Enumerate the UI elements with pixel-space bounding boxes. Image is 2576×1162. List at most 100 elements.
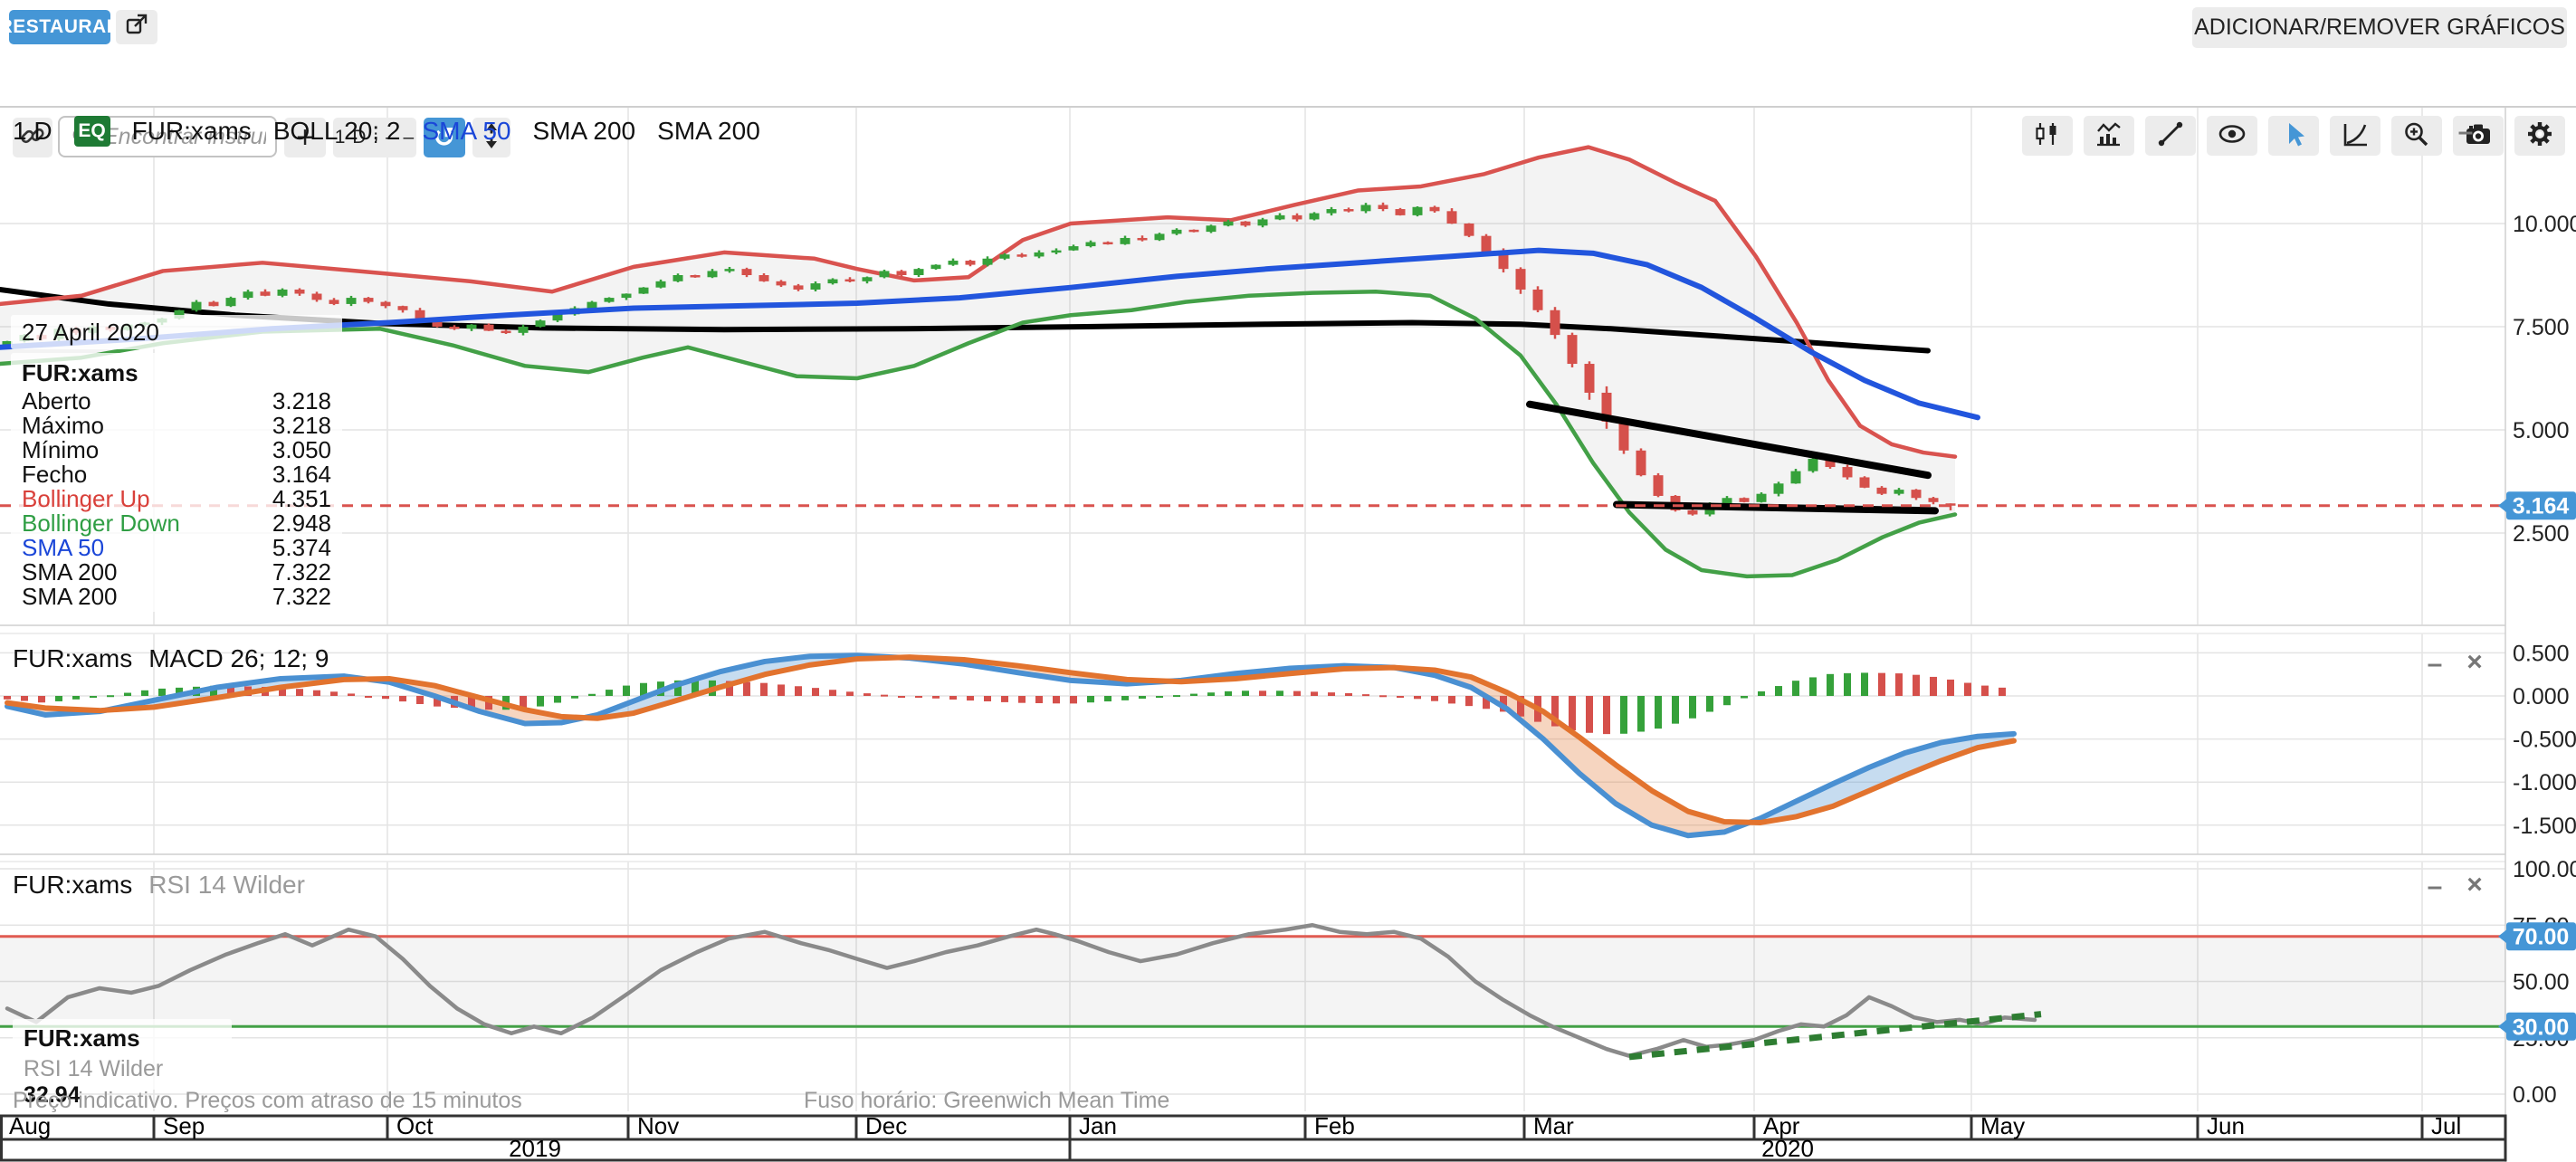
svg-text:-1.500: -1.500 [2513, 814, 2576, 839]
tooltip-label-bollinger-up: Bollinger Up [22, 487, 150, 511]
svg-text:Sep: Sep [163, 1112, 205, 1139]
svg-text:Dec: Dec [865, 1112, 907, 1139]
svg-text:2.500: 2.500 [2513, 521, 2570, 547]
macd-label[interactable]: MACD 26; 12; 9 [148, 644, 329, 673]
svg-text:Nov: Nov [637, 1112, 679, 1139]
eye-icon [2217, 120, 2247, 152]
top-bar: RESTAURAR ADICIONAR/REMOVER GRÁFICOS [0, 0, 2576, 58]
open-in-new-window-button[interactable] [116, 10, 157, 44]
tooltip-label-sma50: SMA 50 [22, 536, 104, 560]
macd-legend: FUR:xams MACD 26; 12; 9 [13, 644, 329, 673]
tooltip-value: 7.322 [272, 585, 331, 609]
eye-button[interactable] [2207, 116, 2257, 156]
minimize-main-chart-button[interactable]: – [2449, 118, 2482, 147]
svg-text:Jan: Jan [1079, 1112, 1117, 1139]
gear-button[interactable] [2514, 116, 2565, 156]
svg-text:Oct: Oct [396, 1112, 434, 1139]
tooltip-label: Máximo [22, 414, 104, 438]
close-macd-button[interactable]: × [2458, 648, 2491, 677]
tooltip-label: Mínimo [22, 438, 99, 462]
rsi-tooltip-symbol: FUR:xams [13, 1019, 232, 1054]
svg-text:2019: 2019 [509, 1135, 561, 1162]
minimize-macd-button[interactable]: – [2419, 650, 2451, 679]
status-timezone: Fuso horário: Greenwich Mean Time [804, 1088, 1169, 1114]
tooltip-value: 3.164 [272, 462, 331, 487]
trendline-tool-button[interactable] [2145, 116, 2196, 156]
svg-text:Feb: Feb [1314, 1112, 1355, 1139]
svg-text:3.164: 3.164 [2513, 494, 2570, 519]
tooltip-label-bollinger-down: Bollinger Down [22, 511, 180, 536]
add-remove-charts-button[interactable]: ADICIONAR/REMOVER GRÁFICOS [2192, 7, 2567, 48]
svg-text:0.500: 0.500 [2513, 641, 2570, 666]
svg-text:10.000: 10.000 [2513, 212, 2576, 237]
tooltip-value: 5.374 [272, 536, 331, 560]
svg-text:-1.000: -1.000 [2513, 770, 2576, 795]
chart-type-icon [2094, 120, 2124, 152]
status-price-note: Preço indicativo. Preços com atraso de 1… [13, 1088, 522, 1114]
tooltip-label: Fecho [22, 462, 87, 487]
curve-tool-button[interactable] [2330, 116, 2380, 156]
svg-text:100.00: 100.00 [2513, 857, 2576, 882]
tooltip-symbol: FUR:xams [11, 357, 342, 389]
svg-text:0.000: 0.000 [2513, 684, 2570, 710]
curve-tool-icon [2340, 120, 2371, 152]
legend-sma50[interactable]: SMA 50 [422, 117, 510, 146]
restore-button[interactable]: RESTAURAR [9, 10, 110, 44]
price-axis[interactable]: 10.000 7.500 5.000 2.500 0.500 0.000 -0.500 -1.… [2498, 212, 2576, 1108]
svg-text:Jun: Jun [2207, 1112, 2245, 1139]
tooltip-label: Aberto [22, 389, 91, 414]
svg-text:7.500: 7.500 [2513, 315, 2570, 340]
chart-type-button[interactable] [2084, 116, 2134, 156]
tooltip-value: 4.351 [272, 487, 331, 511]
rsi-tooltip: FUR:xams RSI 14 Wilder 32.94 [13, 1019, 232, 1090]
tooltip-date: 27 April 2020 [11, 315, 342, 349]
macd-panel [4, 655, 2014, 835]
chart-canvas[interactable]: 10.000 7.500 5.000 2.500 0.500 0.000 -0.500 -1.… [0, 0, 2576, 1162]
legend-symbol[interactable]: FUR:xams [132, 117, 252, 146]
rsi-legend: FUR:xams RSI 14 Wilder [13, 871, 305, 900]
rsi-tooltip-label: RSI 14 Wilder [24, 1056, 163, 1081]
svg-text:2020: 2020 [1761, 1135, 1814, 1162]
minimize-rsi-button[interactable]: – [2419, 872, 2451, 901]
legend-sma200-a[interactable]: SMA 200 [533, 117, 636, 146]
equity-badge: EQ [74, 116, 110, 147]
legend-period[interactable]: 1 D [13, 117, 52, 146]
legend-boll[interactable]: BOLL 20; 2 [273, 117, 401, 146]
candlestick-chart-icon [2032, 120, 2063, 152]
zoom-in-icon [2401, 120, 2432, 152]
external-link-icon [123, 12, 150, 43]
svg-text:Jul: Jul [2431, 1112, 2461, 1139]
rsi-symbol[interactable]: FUR:xams [13, 871, 132, 900]
gear-icon [2524, 120, 2555, 152]
trading-chart-app: 10.000 7.500 5.000 2.500 0.500 0.000 -0.500 -1.… [0, 0, 2576, 1162]
rsi-label[interactable]: RSI 14 Wilder [148, 871, 305, 900]
tooltip-value: 3.050 [272, 438, 331, 462]
tooltip-value: 3.218 [272, 389, 331, 414]
candlestick-chart-button[interactable] [2022, 116, 2073, 156]
svg-text:70.00: 70.00 [2513, 925, 2570, 950]
time-axis[interactable]: AugSepOctNovDecJanFebMarAprMayJunJul2019… [2, 1112, 2506, 1162]
cursor-tool-icon [2278, 120, 2309, 152]
main-chart-legend: 1 D EQ FUR:xams BOLL 20; 2 SMA 50 SMA 20… [13, 116, 760, 147]
svg-text:Aug: Aug [9, 1112, 51, 1139]
close-rsi-button[interactable]: × [2458, 871, 2491, 900]
macd-symbol[interactable]: FUR:xams [13, 644, 132, 673]
svg-text:30.00: 30.00 [2513, 1014, 2570, 1040]
tooltip-label: SMA 200 [22, 585, 118, 609]
tooltip-label: SMA 200 [22, 560, 118, 585]
svg-text:0.00: 0.00 [2513, 1082, 2557, 1108]
legend-sma200-b[interactable]: SMA 200 [657, 117, 760, 146]
svg-text:-0.500: -0.500 [2513, 728, 2576, 753]
cursor-tool-button[interactable] [2268, 116, 2319, 156]
svg-text:5.000: 5.000 [2513, 418, 2570, 443]
tooltip-value: 3.218 [272, 414, 331, 438]
svg-text:50.00: 50.00 [2513, 970, 2570, 995]
price-tooltip: FUR:xams Aberto 3.218 Máximo 3.218 Mínimo 3… [11, 353, 342, 612]
zoom-in-button[interactable] [2391, 116, 2442, 156]
svg-text:May: May [1980, 1112, 2025, 1139]
chart-toolbar: + 1 D : – – ↺ [0, 56, 2576, 108]
tooltip-value: 2.948 [272, 511, 331, 536]
svg-text:Mar: Mar [1533, 1112, 1574, 1139]
trendline-tool-icon [2155, 120, 2186, 152]
tooltip-value: 7.322 [272, 560, 331, 585]
